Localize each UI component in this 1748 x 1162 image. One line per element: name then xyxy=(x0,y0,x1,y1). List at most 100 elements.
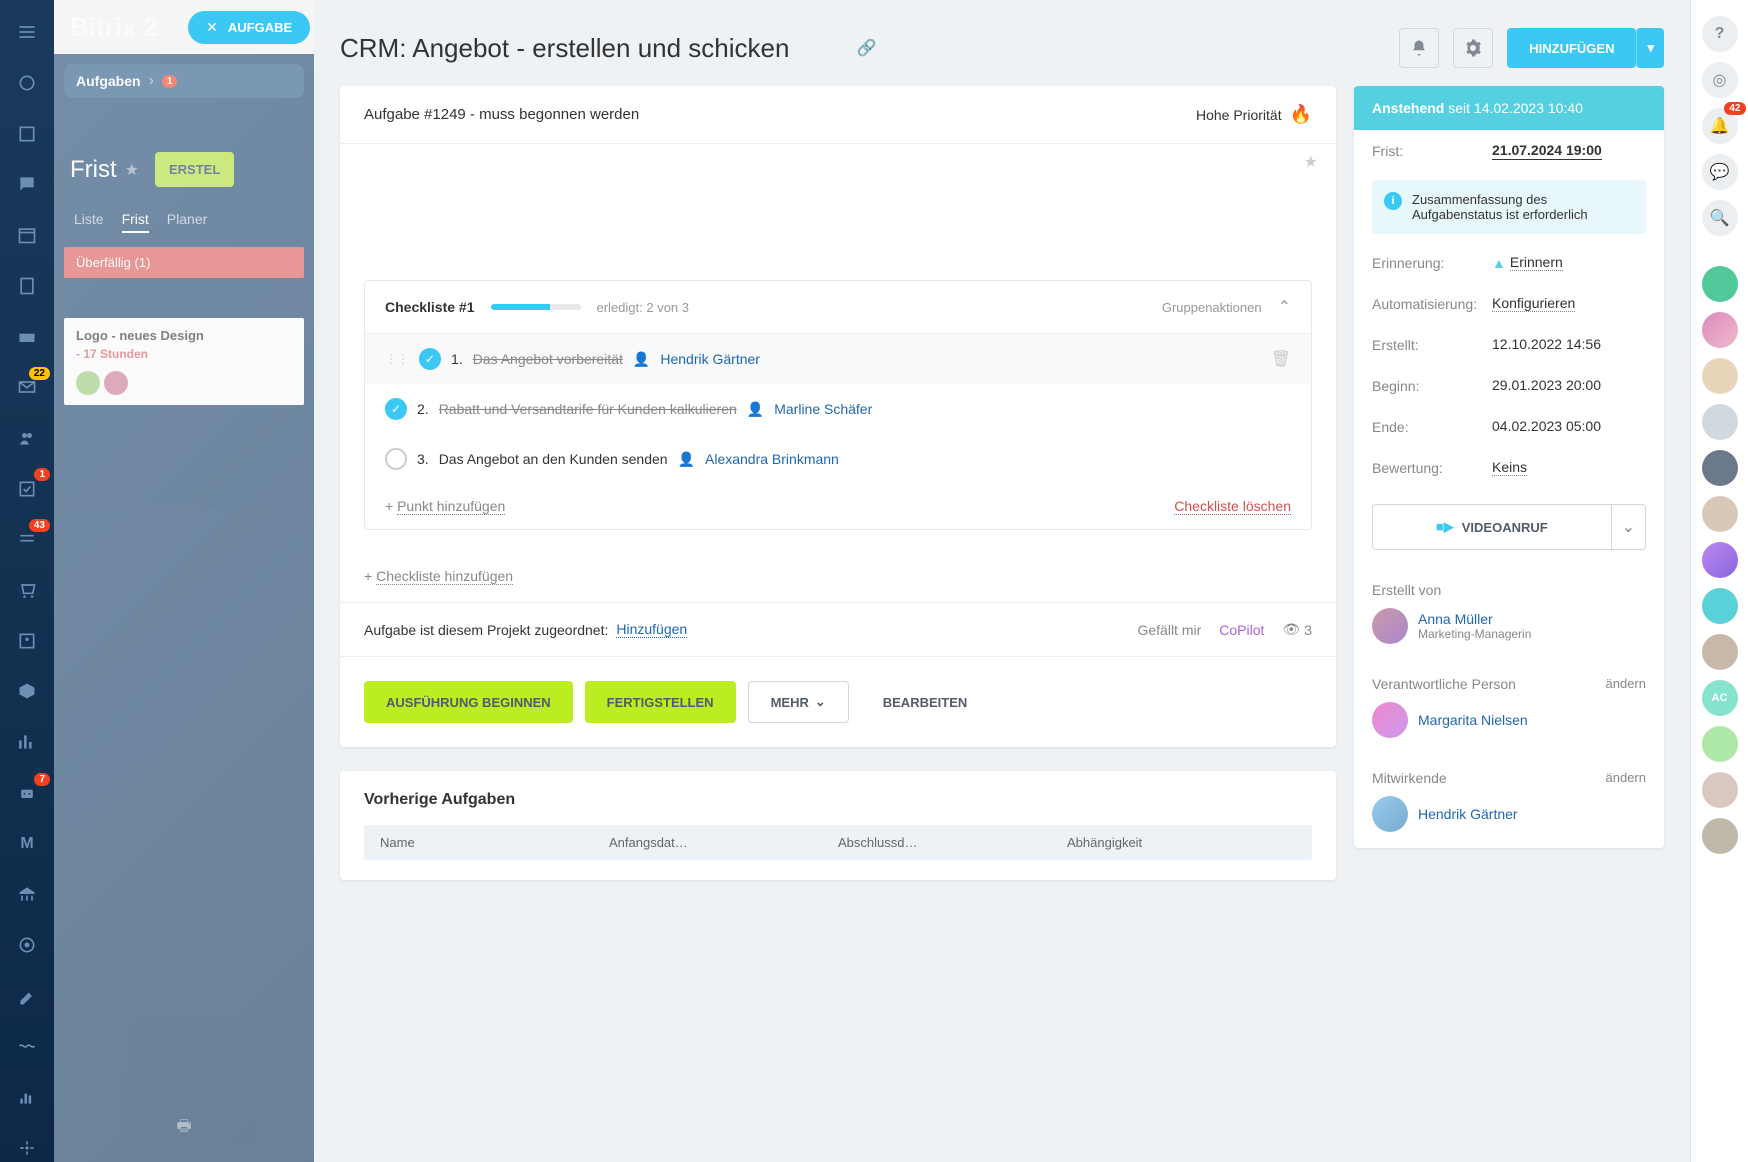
reminder-link[interactable]: Erinnern xyxy=(1510,254,1563,271)
m-icon[interactable]: M xyxy=(12,829,42,858)
notifications-rail-icon[interactable]: 🔔42 xyxy=(1702,108,1738,144)
favorite-star[interactable]: ★ xyxy=(1304,154,1318,171)
video-call-button[interactable]: ■▶VIDEOANRUF ⌄ xyxy=(1372,504,1646,550)
contact-avatar[interactable] xyxy=(1702,496,1738,532)
subtab-planer[interactable]: Planer xyxy=(167,211,207,233)
wave-icon[interactable] xyxy=(12,1032,42,1061)
start-execution-button[interactable]: AUSFÜHRUNG BEGINNEN xyxy=(364,681,573,723)
checkbox[interactable] xyxy=(385,448,407,470)
target-icon[interactable] xyxy=(12,931,42,960)
add-checklist-link[interactable]: Checkliste hinzufügen xyxy=(376,568,513,585)
avatar[interactable] xyxy=(1372,702,1408,738)
assignee-link[interactable]: Alexandra Brinkmann xyxy=(705,451,839,467)
checklist-item[interactable]: ✓ 2. Rabatt und Versandtarife für Kunden… xyxy=(365,384,1311,434)
add-project-link[interactable]: Hinzufügen xyxy=(616,621,687,638)
avatar[interactable] xyxy=(1372,796,1408,832)
contact-avatar[interactable] xyxy=(1702,542,1738,578)
add-dropdown[interactable]: ▾ xyxy=(1636,28,1664,68)
automation-link[interactable]: Konfigurieren xyxy=(1492,295,1575,312)
contacts-icon[interactable] xyxy=(12,626,42,655)
delete-item-icon[interactable]: 🗑 xyxy=(1271,349,1291,369)
contact-avatar[interactable] xyxy=(1702,312,1738,348)
chat-rail-icon[interactable]: 💬 xyxy=(1702,154,1738,190)
change-participants-link[interactable]: ändern xyxy=(1606,770,1646,786)
more-button[interactable]: MEHR⌄ xyxy=(748,681,849,723)
add-button[interactable]: HINZUFÜGEN xyxy=(1507,28,1636,68)
checklist-item[interactable]: ⋮⋮ ✓ 1. Das Angebot vorbereität 👤 Hendri… xyxy=(365,334,1311,384)
item-number: 1. xyxy=(451,351,463,367)
copilot-link[interactable]: CoPilot xyxy=(1219,622,1264,638)
checkbox[interactable]: ✓ xyxy=(385,398,407,420)
like-link[interactable]: Gefällt mir xyxy=(1137,622,1201,638)
overdue-banner[interactable]: Überfällig (1) xyxy=(64,247,304,278)
feed-icon[interactable] xyxy=(12,69,42,98)
contact-avatar-initials[interactable]: AC xyxy=(1702,680,1738,716)
status-summary-note[interactable]: i Zusammenfassung des Aufgabenstatus ist… xyxy=(1372,180,1646,234)
sign-icon[interactable] xyxy=(12,981,42,1010)
shop-icon[interactable] xyxy=(12,576,42,605)
tasks-badge: 1 xyxy=(34,468,50,481)
group-actions-link[interactable]: Gruppenaktionen xyxy=(1162,300,1262,315)
views-count[interactable]: 👁3 xyxy=(1282,621,1312,638)
delete-checklist-link[interactable]: Checkliste löschen xyxy=(1174,498,1291,515)
contact-avatar[interactable] xyxy=(1702,266,1738,302)
complete-button[interactable]: FERTIGSTELLEN xyxy=(585,681,736,723)
calendar-icon[interactable] xyxy=(12,221,42,250)
checkbox[interactable]: ✓ xyxy=(419,348,441,370)
responsible-name[interactable]: Margarita Nielsen xyxy=(1418,712,1528,728)
print-icon[interactable]: 🖶 xyxy=(176,1115,191,1142)
collapse-icon[interactable]: ⌃ xyxy=(1278,297,1291,317)
docs-icon[interactable] xyxy=(12,272,42,301)
participant-name[interactable]: Hendrik Gärtner xyxy=(1418,806,1518,822)
add-checklist-item[interactable]: Punkt hinzufügen xyxy=(397,498,505,515)
change-responsible-link[interactable]: ändern xyxy=(1606,676,1646,692)
bg-task-card[interactable]: Logo - neues Design - 17 Stunden xyxy=(64,318,304,405)
search-rail-icon[interactable]: 🔍 xyxy=(1702,200,1738,236)
copilot-rail-icon[interactable]: ◎ xyxy=(1702,62,1738,98)
groups-icon[interactable] xyxy=(12,424,42,453)
bot-badge: 7 xyxy=(34,773,50,786)
contact-avatar[interactable] xyxy=(1702,588,1738,624)
news-icon[interactable] xyxy=(12,119,42,148)
edit-button[interactable]: BEARBEITEN xyxy=(861,681,990,723)
settings-button[interactable] xyxy=(1453,28,1493,68)
video-call-dropdown[interactable]: ⌄ xyxy=(1611,505,1645,549)
avatar[interactable] xyxy=(1372,608,1408,644)
box-icon[interactable] xyxy=(12,677,42,706)
subtab-liste[interactable]: Liste xyxy=(74,211,104,233)
create-button[interactable]: ERSTEL xyxy=(155,152,234,187)
contact-avatar[interactable] xyxy=(1702,818,1738,854)
checklist: Checkliste #1 erledigt: 2 von 3 Gruppena… xyxy=(364,280,1312,530)
menu-icon[interactable] xyxy=(12,18,42,47)
stats-icon[interactable] xyxy=(12,1083,42,1112)
bg-tab-tasks[interactable]: Aufgaben xyxy=(76,73,141,89)
subtab-frist[interactable]: Frist xyxy=(122,211,149,233)
bank-icon[interactable] xyxy=(12,880,42,909)
analytics-icon[interactable] xyxy=(12,728,42,757)
link-icon[interactable]: 🔗 xyxy=(857,38,877,58)
rating-link[interactable]: Keins xyxy=(1492,459,1527,476)
bot-icon[interactable]: 7 xyxy=(12,779,42,808)
drag-handle-icon[interactable]: ⋮⋮ xyxy=(385,352,409,366)
contact-avatar[interactable] xyxy=(1702,450,1738,486)
notifications-button[interactable] xyxy=(1399,28,1439,68)
creator-name[interactable]: Anna Müller xyxy=(1418,611,1531,627)
assignee-link[interactable]: Marline Schäfer xyxy=(774,401,872,417)
task-pill-close[interactable]: ✕ AUFGABE xyxy=(188,11,310,44)
checklist-item[interactable]: 3. Das Angebot an den Kunden senden 👤 Al… xyxy=(365,434,1311,484)
contact-avatar[interactable] xyxy=(1702,772,1738,808)
contact-avatar[interactable] xyxy=(1702,634,1738,670)
deadline-value[interactable]: 21.07.2024 19:00 xyxy=(1492,142,1602,160)
status-banner: Anstehend seit 14.02.2023 10:40 xyxy=(1354,86,1664,130)
mail-icon[interactable]: 22 xyxy=(12,373,42,402)
contact-avatar[interactable] xyxy=(1702,358,1738,394)
drive-icon[interactable] xyxy=(12,322,42,351)
expand-icon[interactable] xyxy=(12,1133,42,1162)
chat-icon[interactable] xyxy=(12,170,42,199)
contact-avatar[interactable] xyxy=(1702,404,1738,440)
tasks-icon[interactable]: 1 xyxy=(12,474,42,503)
help-button[interactable]: ? xyxy=(1702,16,1738,52)
assignee-link[interactable]: Hendrik Gärtner xyxy=(660,351,760,367)
more-icon[interactable]: 43 xyxy=(12,525,42,554)
contact-avatar[interactable] xyxy=(1702,726,1738,762)
